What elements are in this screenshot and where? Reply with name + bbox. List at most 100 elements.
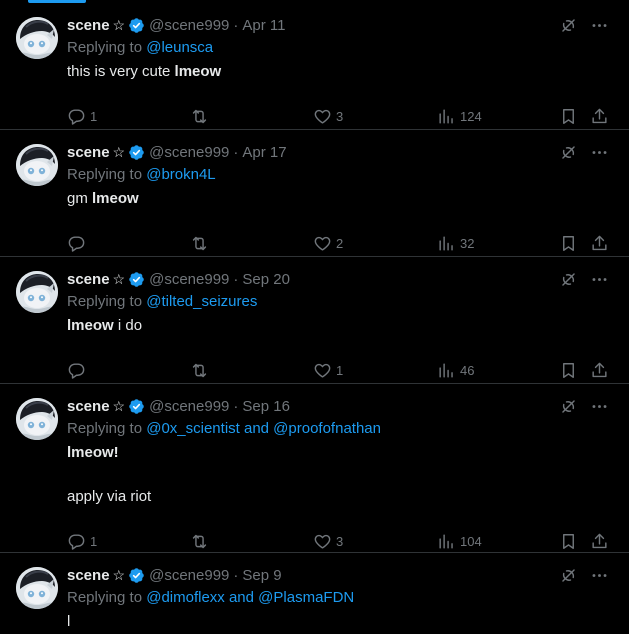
more-icon[interactable] (590, 270, 609, 289)
grok-icon[interactable] (559, 566, 578, 585)
bookmark-icon (563, 108, 574, 124)
like-button[interactable]: 1 (313, 360, 343, 380)
retweet-button[interactable] (190, 106, 213, 126)
tweet-date[interactable]: Sep 9 (242, 567, 281, 584)
reply-mention-link[interactable]: @leunsca (146, 39, 213, 56)
tweet-top-actions (559, 566, 609, 585)
reply-icon (68, 235, 85, 252)
tweet-text-plain: i do (113, 317, 143, 334)
tweet-top-actions (559, 143, 609, 162)
reply-mention-link[interactable]: @dimoflexx and @PlasmaFDN (146, 589, 354, 606)
tweet-separator (0, 129, 629, 130)
bookmark-button[interactable] (559, 360, 578, 380)
tweet-date[interactable]: Sep 16 (242, 398, 290, 415)
avatar[interactable] (16, 271, 58, 313)
bookmark-icon (563, 362, 574, 378)
dot-separator: · (233, 566, 239, 584)
tweet-text-line: lmeow i do (67, 316, 142, 338)
views-button[interactable]: 124 (437, 106, 482, 126)
reply-button[interactable] (67, 233, 90, 253)
tweet-top-actions (559, 397, 609, 416)
user-handle[interactable]: @scene999 (149, 398, 229, 415)
more-icon[interactable] (590, 143, 609, 162)
tweet-text-bold: lmeow (92, 190, 139, 207)
verified-badge-icon (129, 271, 144, 287)
grok-icon[interactable] (559, 143, 578, 162)
reply-button[interactable] (67, 360, 90, 380)
like-icon (314, 109, 331, 124)
replying-to-label: Replying to (67, 420, 147, 437)
views-button[interactable]: 104 (437, 531, 482, 551)
tweet-text-plain: this is very cute (67, 63, 175, 80)
grok-icon[interactable] (559, 16, 578, 35)
reply-mention-link[interactable]: @tilted_seizures (146, 293, 257, 310)
avatar[interactable] (16, 17, 58, 59)
avatar-image (16, 144, 58, 186)
reply-mention-link[interactable]: @brokn4L (146, 166, 215, 183)
avatar[interactable] (16, 144, 58, 186)
views-icon (439, 362, 453, 378)
grok-icon[interactable] (559, 397, 578, 416)
retweet-button[interactable] (190, 531, 213, 551)
replie-count: 1 (90, 533, 98, 549)
views-button[interactable]: 46 (437, 360, 474, 380)
bookmark-button[interactable] (559, 531, 578, 551)
like-button[interactable]: 3 (313, 106, 343, 126)
tweet-date[interactable]: Apr 17 (242, 144, 286, 161)
more-icon[interactable] (590, 397, 609, 416)
tweet-date[interactable]: Apr 11 (242, 17, 285, 34)
display-name[interactable]: scene (67, 271, 110, 288)
share-button[interactable] (590, 360, 609, 380)
user-handle[interactable]: @scene999 (149, 17, 229, 34)
tweet-text: l (67, 612, 70, 634)
tweet-text-plain: gm (67, 190, 93, 207)
share-icon (592, 108, 607, 123)
grok-icon[interactable] (559, 270, 578, 289)
reply-button[interactable]: 1 (67, 531, 97, 551)
user-handle[interactable]: @scene999 (149, 271, 229, 288)
avatar[interactable] (16, 398, 58, 440)
tweet-text-line: lmeow! (67, 443, 151, 465)
star-icon: ☆ (112, 17, 126, 33)
replying-to-label: Replying to (67, 293, 147, 310)
display-name[interactable]: scene (67, 567, 110, 584)
verified-badge-icon (129, 398, 144, 414)
like-button[interactable]: 3 (313, 531, 343, 551)
tweet-top-actions (559, 270, 609, 289)
tweet-text: lmeow! apply via riot (67, 443, 151, 509)
verified-badge-icon (129, 144, 144, 160)
avatar[interactable] (16, 567, 58, 609)
active-tab-underline (28, 0, 86, 3)
tweet-text-line: gm lmeow (67, 189, 139, 211)
share-button[interactable] (590, 106, 609, 126)
avatar-image (16, 17, 58, 59)
reply-mention-link[interactable]: @0x_scientist and @proofofnathan (146, 420, 381, 437)
like-count: 3 (336, 108, 344, 124)
bookmark-button[interactable] (559, 106, 578, 126)
reply-icon (68, 362, 85, 379)
tweet-header: scene ☆ @scene999 · Sep 16 (67, 396, 290, 416)
display-name[interactable]: scene (67, 17, 110, 34)
display-name[interactable]: scene (67, 144, 110, 161)
tweet-header: scene ☆ @scene999 · Sep 9 (67, 565, 282, 585)
retweet-button[interactable] (190, 233, 213, 253)
display-name[interactable]: scene (67, 398, 110, 415)
dot-separator: · (233, 16, 239, 34)
user-handle[interactable]: @scene999 (149, 144, 229, 161)
like-count: 2 (336, 235, 344, 251)
like-button[interactable]: 2 (313, 233, 343, 253)
tweet-date[interactable]: Sep 20 (242, 271, 290, 288)
views-icon (439, 235, 453, 251)
retweet-button[interactable] (190, 360, 213, 380)
like-icon (314, 236, 331, 251)
bookmark-button[interactable] (559, 233, 578, 253)
more-icon[interactable] (590, 16, 609, 35)
more-icon[interactable] (590, 566, 609, 585)
views-button[interactable]: 32 (437, 233, 474, 253)
share-button[interactable] (590, 531, 609, 551)
tweet-separator (0, 383, 629, 384)
reply-button[interactable]: 1 (67, 106, 97, 126)
user-handle[interactable]: @scene999 (149, 567, 229, 584)
share-button[interactable] (590, 233, 609, 253)
retweet-icon (192, 534, 207, 548)
